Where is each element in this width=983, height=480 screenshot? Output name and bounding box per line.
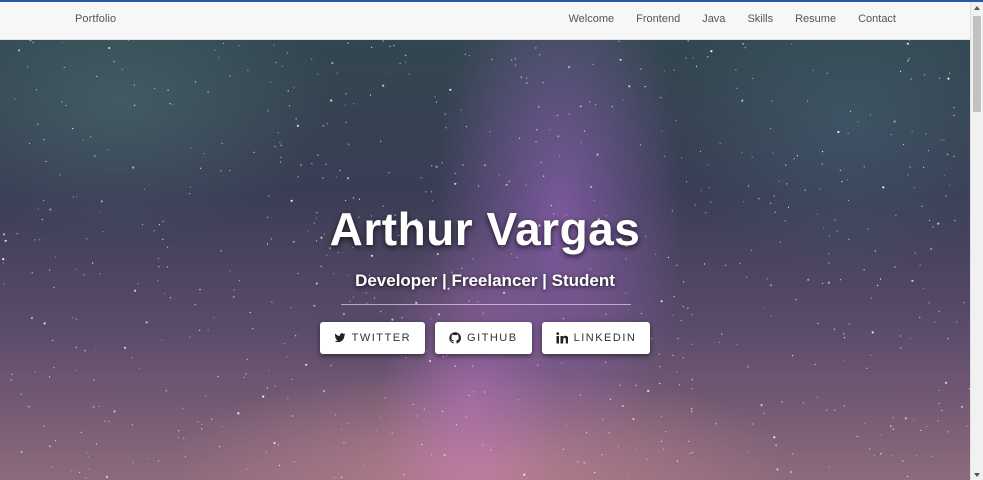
hero-subtitle: Developer | Freelancer | Student	[355, 271, 615, 290]
hero-content: Arthur Vargas Developer | Freelancer | S…	[0, 40, 970, 480]
twitter-button-label: TWITTER	[351, 332, 412, 344]
twitter-icon	[334, 332, 346, 344]
navbar-brand[interactable]: Portfolio	[75, 13, 116, 25]
scroll-thumb[interactable]	[973, 16, 981, 112]
navbar: Portfolio Welcome Frontend Java Skills R…	[0, 2, 970, 40]
nav-links: Welcome Frontend Java Skills Resume Cont…	[547, 13, 897, 25]
linkedin-icon	[556, 332, 568, 344]
linkedin-button[interactable]: LINKEDIN	[541, 322, 651, 354]
twitter-button[interactable]: TWITTER	[319, 322, 426, 354]
nav-link-frontend[interactable]: Frontend	[636, 13, 680, 25]
nav-link-welcome[interactable]: Welcome	[569, 13, 615, 25]
hero-divider	[341, 304, 631, 305]
scroll-down-arrow-icon[interactable]	[974, 473, 980, 477]
scrollbar[interactable]	[970, 2, 983, 480]
hero-title: Arthur Vargas	[329, 203, 641, 255]
social-buttons: TWITTER GITHUB LINKEDIN	[0, 322, 970, 354]
nav-link-resume[interactable]: Resume	[795, 13, 836, 25]
linkedin-button-label: LINKEDIN	[573, 332, 637, 344]
github-button-label: GITHUB	[467, 332, 518, 344]
scroll-up-arrow-icon[interactable]	[974, 6, 980, 10]
hero-section: Arthur Vargas Developer | Freelancer | S…	[0, 40, 970, 480]
nav-link-skills[interactable]: Skills	[747, 13, 773, 25]
nav-link-contact[interactable]: Contact	[858, 13, 896, 25]
nav-link-java[interactable]: Java	[702, 13, 725, 25]
github-button[interactable]: GITHUB	[435, 322, 532, 354]
github-icon	[449, 332, 462, 344]
